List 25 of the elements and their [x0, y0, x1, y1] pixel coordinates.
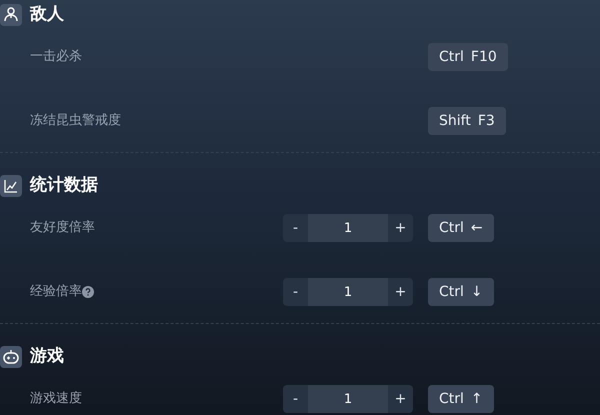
- hotkey-button[interactable]: Ctrl ←: [428, 214, 494, 242]
- minus-button[interactable]: -: [283, 214, 308, 242]
- minus-button[interactable]: -: [283, 385, 308, 413]
- setting-label: 一击必杀: [30, 48, 82, 66]
- number-field[interactable]: 1: [308, 278, 388, 306]
- hotkey-button[interactable]: Ctrl ↑: [428, 385, 494, 413]
- number-field[interactable]: 1: [308, 385, 388, 413]
- section-title: 统计数据: [30, 174, 98, 198]
- setting-label: 友好度倍率: [30, 219, 95, 238]
- plus-button[interactable]: +: [388, 385, 413, 413]
- hotkey-button[interactable]: Shift F3: [428, 107, 506, 135]
- gamepad-icon: [0, 346, 22, 368]
- hotkey-button[interactable]: Ctrl F10: [428, 43, 508, 71]
- hotkey-button[interactable]: Ctrl ↓: [428, 278, 494, 306]
- setting-label: 游戏速度: [30, 390, 82, 408]
- section-title: 敌人: [30, 3, 64, 26]
- setting-label: 冻结昆虫警戒度: [30, 112, 121, 130]
- line-chart-icon: [0, 175, 22, 197]
- person-icon: [0, 4, 22, 26]
- setting-label: 经验倍率: [30, 283, 82, 302]
- minus-button[interactable]: -: [283, 278, 308, 306]
- plus-button[interactable]: +: [388, 214, 413, 242]
- plus-button[interactable]: +: [388, 278, 413, 306]
- section-title: 游戏: [30, 345, 64, 368]
- number-field[interactable]: 1: [308, 214, 388, 242]
